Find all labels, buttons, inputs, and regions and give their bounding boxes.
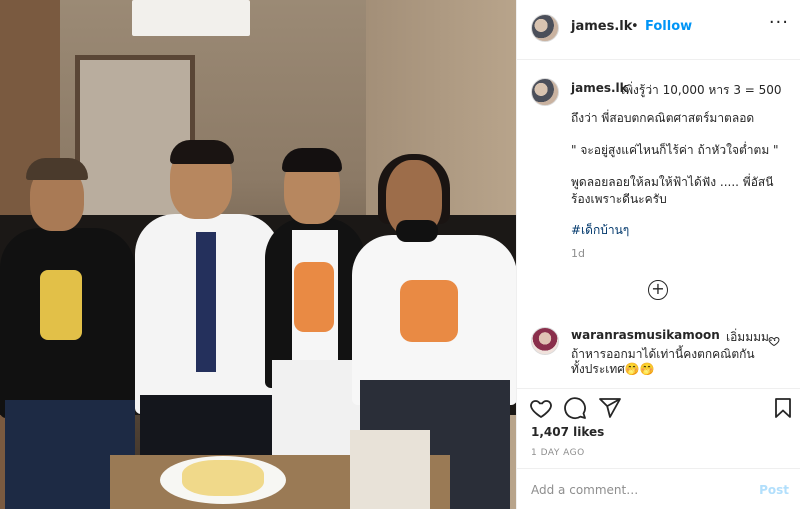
add-comment-bar: Post bbox=[517, 468, 800, 509]
caption-text: " จะอยู่สูงแค่ไหนก็ไร้ค่า ถ้าหัวใจต่ำตม … bbox=[571, 143, 779, 157]
comment-like-heart-icon[interactable] bbox=[768, 332, 780, 347]
caption-text: ร้องเพราะดีนะครับ bbox=[571, 192, 667, 206]
comment-text: ทั้งประเทศ🤭🤭 bbox=[571, 362, 655, 376]
bookmark-icon[interactable] bbox=[771, 396, 795, 420]
caption-text: เพิ่งรู้ว่า 10,000 หาร 3 = 500 bbox=[621, 83, 782, 97]
comments-section: james.lk เพิ่งรู้ว่า 10,000 หาร 3 = 500 … bbox=[517, 60, 800, 388]
share-icon[interactable] bbox=[598, 396, 622, 420]
post-header: james.lk • Follow ··· bbox=[517, 0, 800, 60]
caption-hashtag[interactable]: #เด็กบ้านๆ bbox=[571, 222, 791, 239]
follow-button[interactable]: Follow bbox=[645, 19, 692, 34]
post-comment-button[interactable]: Post bbox=[759, 483, 789, 497]
comment-input[interactable] bbox=[531, 481, 751, 499]
author-avatar[interactable] bbox=[531, 14, 559, 42]
commenter-username[interactable]: waranrasmusikamoon bbox=[571, 328, 720, 342]
load-more-comments-icon[interactable]: + bbox=[648, 280, 668, 300]
photo-tissue-box bbox=[350, 430, 430, 509]
comment-icon[interactable] bbox=[563, 396, 587, 420]
more-options-icon[interactable]: ··· bbox=[769, 12, 789, 33]
caption-text: ถึงว่า พี่สอบตกคณิตศาสตร์มาตลอด bbox=[571, 111, 755, 125]
commenter-avatar[interactable] bbox=[531, 327, 559, 355]
photo-air-conditioner bbox=[132, 0, 250, 36]
caption-avatar[interactable] bbox=[531, 78, 559, 106]
photo-fruit bbox=[182, 460, 264, 496]
post-photo[interactable] bbox=[0, 0, 516, 509]
caption-age: 1d bbox=[571, 247, 585, 260]
post-side-panel: james.lk • Follow ··· james.lk เพิ่งรู้ว… bbox=[516, 0, 800, 509]
post-timestamp: 1 DAY AGO bbox=[531, 448, 585, 458]
caption-username[interactable]: james.lk bbox=[571, 81, 628, 95]
post-actions: 1,407 likes 1 DAY AGO bbox=[517, 388, 800, 468]
header-separator: • bbox=[631, 19, 639, 34]
caption-text: พูดลอยลอยให้ลมให้ฟ้าได้ฟัง ..... พี่อัสน… bbox=[571, 175, 774, 189]
author-username[interactable]: james.lk bbox=[571, 19, 632, 34]
heart-icon[interactable] bbox=[529, 396, 553, 420]
like-count[interactable]: 1,407 likes bbox=[531, 425, 604, 439]
